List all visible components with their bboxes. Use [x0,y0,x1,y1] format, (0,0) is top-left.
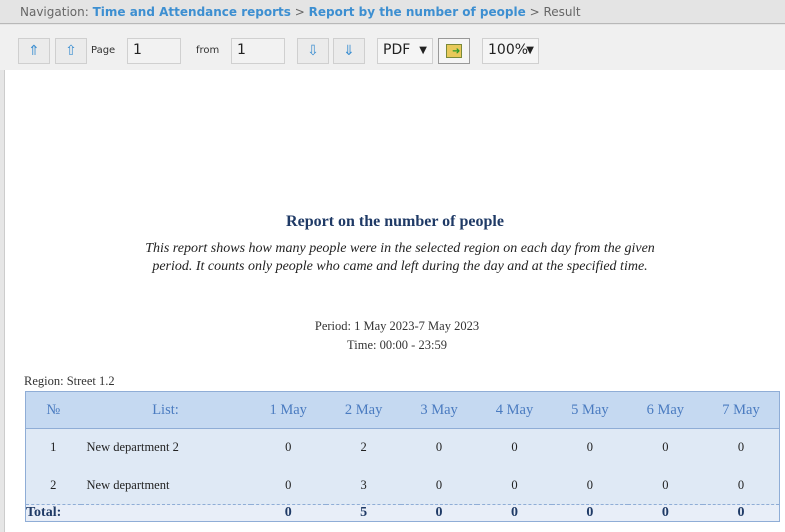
table-header-row: № List: 1 May 2 May 3 May 4 May 5 May 6 … [25,391,780,429]
total-cell: 0 [250,504,326,522]
first-page-icon: ⇑ [28,43,40,59]
total-row: Total: 0 5 0 0 0 0 0 [25,504,780,522]
cell: 0 [552,466,628,505]
breadcrumb-link-time-attendance[interactable]: Time and Attendance reports [93,5,291,19]
breadcrumb-separator: > [529,5,540,19]
total-cell: 0 [627,504,704,522]
table-row: 1 New department 2 0 2 0 0 0 0 0 [25,428,780,467]
cell: 0 [476,466,553,505]
column-header-list: List: [80,391,251,429]
cell: 0 [250,466,326,505]
report-time: Time: 00:00 - 23:59 [347,338,447,352]
breadcrumb: Navigation: Time and Attendance reports … [0,0,785,24]
cell: 0 [250,428,326,467]
column-header-day: 4 May [476,391,553,429]
total-cell: 0 [401,504,477,522]
from-label: from [196,45,220,56]
export-button[interactable]: ➜ [438,38,470,64]
cell-name: New department 2 [80,428,251,467]
page-label: Page [91,45,116,56]
column-header-day: 3 May [401,391,477,429]
column-header-day: 1 May [250,391,326,429]
breadcrumb-current: Result [543,5,581,19]
cell: 2 [325,428,402,467]
cell: 0 [476,428,553,467]
last-page-icon: ⇓ [343,43,355,59]
report-period: Period: 1 May 2023-7 May 2023 [314,319,480,333]
column-header-day: 6 May [627,391,704,429]
region-label: Region: Street 1.2 [24,374,115,388]
zoom-select[interactable]: 100% ▼ [482,38,539,64]
cell: 0 [552,428,628,467]
report-description: This report shows how many people were i… [145,241,655,274]
last-page-button[interactable]: ⇓ [333,38,365,64]
next-page-icon: ⇩ [307,43,319,59]
cell: 0 [401,466,477,505]
page-input[interactable]: 1 [127,38,181,64]
total-cell: 0 [552,504,628,522]
zoom-value: 100% [488,42,529,58]
report-title: Report on the number of people [286,213,504,230]
breadcrumb-separator: > [294,5,305,19]
column-header-day: 7 May [703,391,780,429]
cell: 0 [627,428,704,467]
breadcrumb-link-report[interactable]: Report by the number of people [309,5,526,19]
cell: 0 [703,428,780,467]
prev-page-icon: ⇧ [65,43,77,59]
column-header-number: № [25,391,81,429]
report-period-block: Period: 1 May 2023-7 May 2023 Time: 00:0… [5,317,785,355]
cell: 1 [25,428,81,467]
prev-page-button[interactable]: ⇧ [55,38,87,64]
column-header-day: 2 May [325,391,402,429]
total-cell: 5 [325,504,402,522]
format-select[interactable]: PDF ▼ [377,38,433,64]
format-value: PDF [383,42,411,58]
total-label: Total: [25,504,251,522]
cell-name: New department [80,466,251,505]
first-page-button[interactable]: ⇑ [18,38,50,64]
export-icon: ➜ [446,44,462,58]
total-cell: 0 [703,504,780,522]
cell: 0 [627,466,704,505]
report-table: № List: 1 May 2 May 3 May 4 May 5 May 6 … [25,391,780,522]
cell: 0 [401,428,477,467]
report-page: Report on the number of people This repo… [4,70,785,532]
cell: 0 [703,466,780,505]
table-row: 2 New department 0 3 0 0 0 0 0 [25,466,780,505]
cell: 3 [325,466,402,505]
total-cell: 0 [476,504,553,522]
next-page-button[interactable]: ⇩ [297,38,329,64]
toolbar: ⇑ ⇧ Page 1 from 1 ⇩ ⇓ PDF ▼ ➜ 100% ▼ [0,25,785,70]
cell: 2 [25,466,81,505]
breadcrumb-prefix: Navigation: [20,5,89,19]
column-header-day: 5 May [552,391,628,429]
total-pages-field: 1 [231,38,285,64]
